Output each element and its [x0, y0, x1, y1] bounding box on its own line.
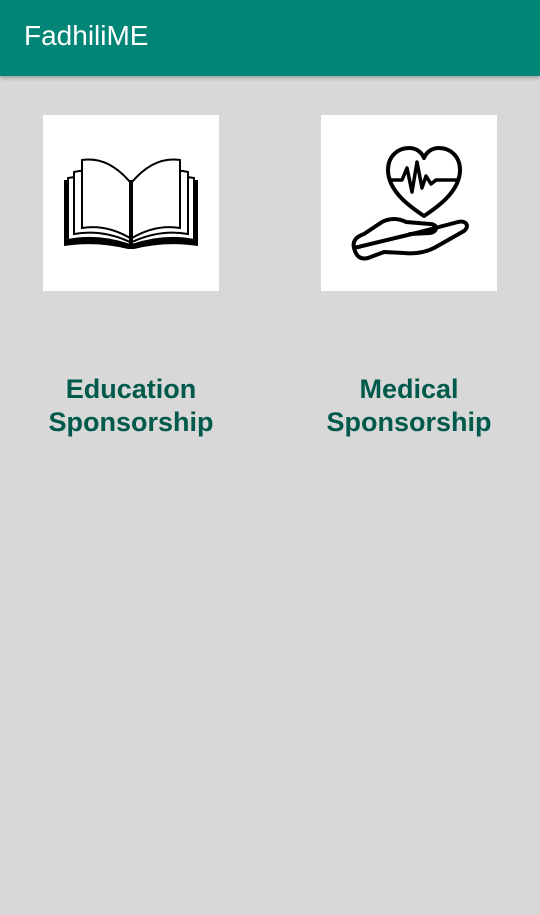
education-sponsorship-card[interactable]: Education Sponsorship: [11, 115, 251, 445]
education-tile[interactable]: [43, 115, 219, 291]
education-sponsorship-label: Education Sponsorship: [11, 373, 251, 439]
heart-hand-icon: [351, 146, 469, 261]
education-label-line1: Education: [65, 374, 197, 404]
medical-tile[interactable]: [321, 115, 497, 291]
education-label-line2: Sponsorship: [48, 407, 214, 437]
medical-sponsorship-label: Medical Sponsorship: [289, 373, 529, 439]
app-title: FadhiliME: [24, 20, 149, 51]
app-bar: FadhiliME: [0, 0, 540, 76]
medical-label-line1: Medical: [359, 374, 459, 404]
medical-label-line2: Sponsorship: [326, 407, 492, 437]
medical-sponsorship-card[interactable]: Medical Sponsorship: [289, 115, 529, 445]
open-book-icon: [64, 158, 198, 249]
main-content: Education Sponsorship Medical Sponsorshi…: [0, 76, 540, 915]
